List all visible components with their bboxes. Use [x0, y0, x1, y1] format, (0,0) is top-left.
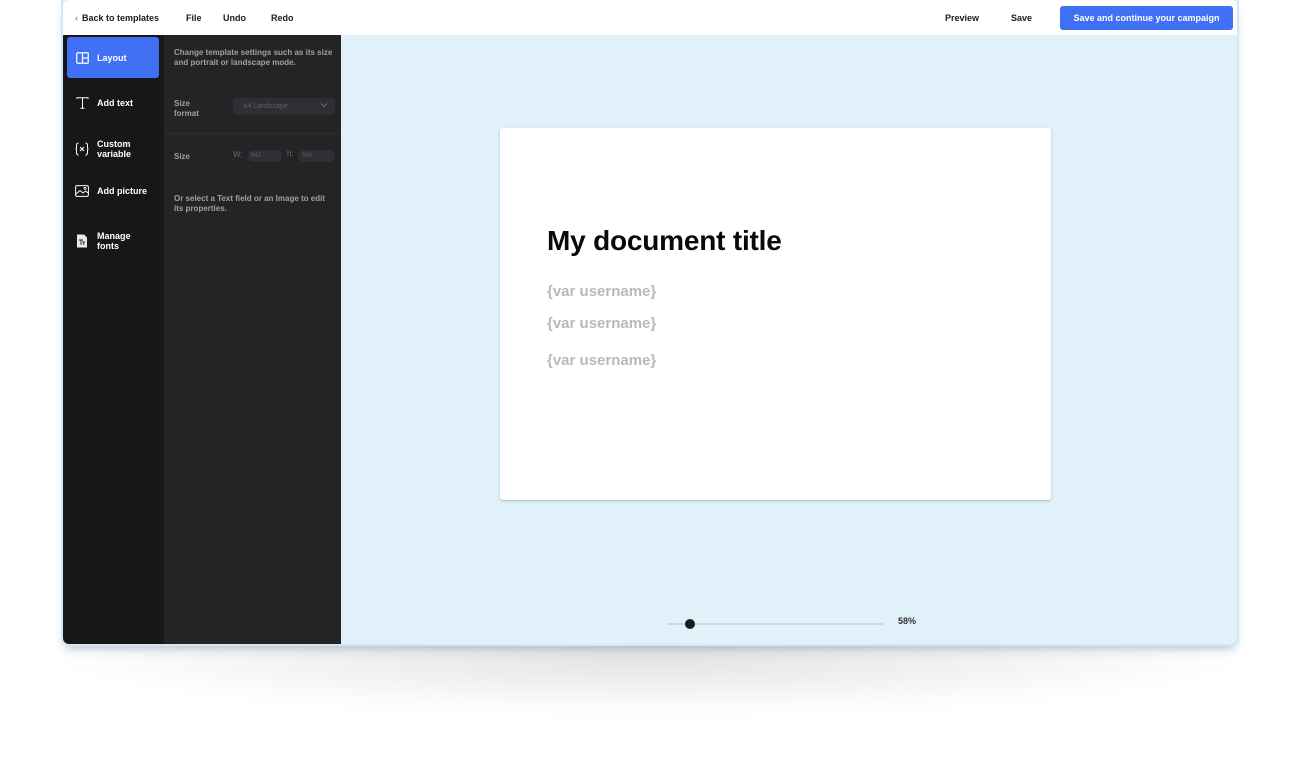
- sidebar-item-manage-fonts[interactable]: Manage fonts: [67, 229, 159, 253]
- redo-button[interactable]: Redo: [271, 13, 294, 23]
- panel-hint: Or select a Text field or an Image to ed…: [174, 194, 326, 213]
- label-line2: variable: [97, 149, 132, 159]
- sidebar-item-custom-variable[interactable]: Custom variable: [67, 137, 159, 161]
- text-icon: [75, 96, 89, 110]
- top-bar: ‹ Back to templates File Undo Redo Previ…: [63, 0, 1237, 35]
- variable-field[interactable]: {var username}: [547, 352, 656, 369]
- sidebar-item-add-picture[interactable]: Add picture: [67, 183, 159, 199]
- stage: ‹ Back to templates File Undo Redo Previ…: [0, 0, 1299, 778]
- save-button[interactable]: Save: [1011, 13, 1032, 23]
- zoom-slider-thumb[interactable]: [685, 619, 695, 629]
- chevron-left-icon: ‹: [75, 13, 78, 23]
- back-to-templates-label: Back to templates: [82, 13, 160, 23]
- preview-button[interactable]: Preview: [945, 13, 979, 23]
- sidebar-item-label: Add picture: [97, 186, 148, 196]
- layout-settings-panel: Change template settings such as its siz…: [164, 35, 341, 644]
- variable-field[interactable]: {var username}: [547, 315, 656, 332]
- label-line2: format: [174, 109, 199, 118]
- height-label: h:: [287, 149, 294, 158]
- sidebar-item-label: Manage fonts: [97, 231, 131, 251]
- sidebar-item-label: Custom variable: [97, 139, 131, 159]
- canvas-area: My document title {var username} {var us…: [341, 35, 1237, 644]
- label-line1: Manage: [97, 231, 131, 241]
- variable-icon: [75, 142, 89, 156]
- height-input[interactable]: 596: [298, 150, 335, 162]
- sidebar-item-label: Layout: [97, 52, 127, 63]
- size-format-value: A4 Landscape: [243, 103, 288, 110]
- width-label: W:: [233, 150, 243, 159]
- document-title-field[interactable]: My document title: [547, 225, 782, 257]
- panel-divider: [164, 133, 341, 134]
- picture-icon: [75, 184, 89, 198]
- size-format-select[interactable]: A4 Landscape: [233, 98, 335, 115]
- font-file-icon: [75, 234, 89, 248]
- sidebar-item-label: Add text: [97, 98, 133, 108]
- label-line1: Custom: [97, 139, 131, 149]
- layout-icon: [75, 51, 89, 65]
- label-line2: fonts: [97, 241, 119, 251]
- size-label: Size: [174, 152, 191, 161]
- label-line1: Size: [174, 99, 191, 108]
- sidebar-item-layout[interactable]: Layout: [67, 37, 159, 78]
- width-input[interactable]: 842: [247, 150, 282, 162]
- document-page[interactable]: My document title {var username} {var us…: [500, 128, 1051, 500]
- tool-sidebar: Layout Add text Custom variable Add pictu…: [63, 35, 164, 644]
- undo-button[interactable]: Undo: [223, 13, 246, 23]
- variable-field[interactable]: {var username}: [547, 283, 656, 300]
- file-menu[interactable]: File: [186, 13, 202, 23]
- editor-window: ‹ Back to templates File Undo Redo Previ…: [61, 0, 1239, 646]
- sidebar-item-add-text[interactable]: Add text: [67, 95, 159, 111]
- zoom-slider-track: [667, 623, 884, 625]
- zoom-value-label: 58%: [898, 616, 917, 626]
- chevron-down-icon: [320, 102, 328, 110]
- back-to-templates-link[interactable]: ‹ Back to templates: [75, 13, 159, 23]
- size-format-label: Size format: [174, 99, 199, 119]
- panel-description: Change template settings such as its siz…: [174, 48, 333, 67]
- zoom-slider[interactable]: [667, 619, 884, 629]
- save-and-continue-button[interactable]: Save and continue your campaign: [1060, 6, 1233, 30]
